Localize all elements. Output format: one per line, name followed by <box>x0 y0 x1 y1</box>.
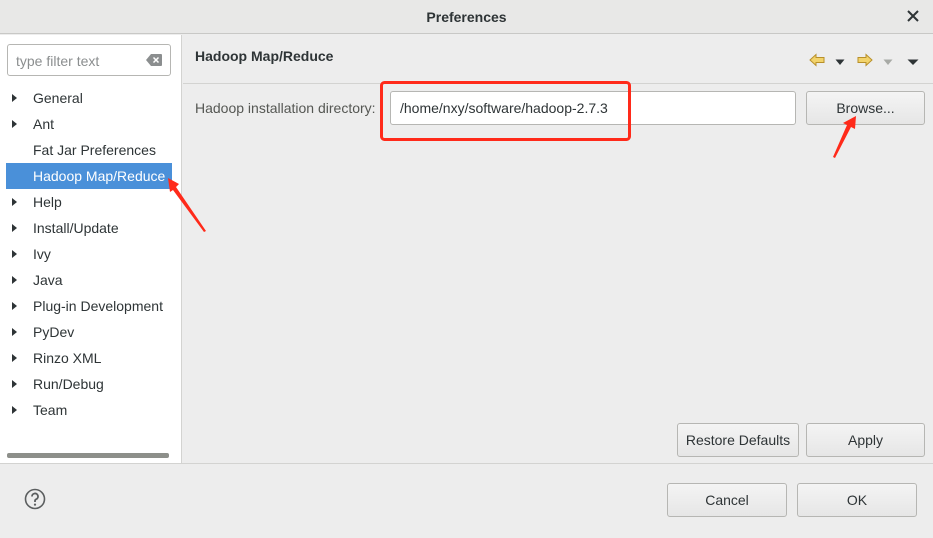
expand-arrow-icon[interactable] <box>12 276 17 284</box>
tree-item-pydev[interactable]: PyDev <box>6 319 172 345</box>
tree-item-label: Java <box>33 272 63 288</box>
preferences-sidebar: General Ant Fat Jar Preferences Hadoop M… <box>0 35 182 463</box>
expand-arrow-icon[interactable] <box>12 302 17 310</box>
expand-arrow-icon[interactable] <box>12 198 17 206</box>
expand-arrow-icon[interactable] <box>12 250 17 258</box>
browse-button[interactable]: Browse... <box>806 91 925 125</box>
forward-menu-chevron-down-icon[interactable] <box>883 53 893 69</box>
tree-item-label: Help <box>33 194 62 210</box>
tree-item-label: Team <box>33 402 68 418</box>
tree-item-plug-in-development[interactable]: Plug-in Development <box>6 293 172 319</box>
footer-divider <box>0 463 933 464</box>
window-title: Preferences <box>426 9 507 25</box>
tree-item-install-update[interactable]: Install/Update <box>6 215 172 241</box>
back-arrow-icon[interactable] <box>809 53 825 70</box>
hadoop-directory-label: Hadoop installation directory: <box>195 100 376 116</box>
filter-input[interactable] <box>16 51 136 71</box>
tree-item-label: Hadoop Map/Reduce <box>33 168 166 184</box>
title-bar: Preferences <box>0 0 933 34</box>
apply-button[interactable]: Apply <box>806 423 925 457</box>
expand-arrow-icon[interactable] <box>12 94 17 102</box>
tree-item-fat-jar-preferences[interactable]: Fat Jar Preferences <box>6 137 172 163</box>
expand-arrow-icon[interactable] <box>12 380 17 388</box>
expand-arrow-icon[interactable] <box>12 120 17 128</box>
tree-item-ivy[interactable]: Ivy <box>6 241 172 267</box>
restore-defaults-button[interactable]: Restore Defaults <box>677 423 799 457</box>
tree-item-label: Run/Debug <box>33 376 104 392</box>
filter-field[interactable] <box>7 44 171 76</box>
ok-button[interactable]: OK <box>797 483 917 517</box>
tree-item-label: PyDev <box>33 324 75 340</box>
clear-filter-icon[interactable] <box>146 54 162 66</box>
view-menu-icon[interactable] <box>907 53 919 69</box>
horizontal-scrollbar[interactable] <box>7 453 169 458</box>
help-icon[interactable] <box>24 488 46 510</box>
tree-item-label: Plug-in Development <box>33 298 163 314</box>
close-icon[interactable] <box>905 8 921 24</box>
tree-item-help[interactable]: Help <box>6 189 172 215</box>
expand-arrow-icon[interactable] <box>12 354 17 362</box>
tree-item-hadoop-map-reduce[interactable]: Hadoop Map/Reduce <box>6 163 172 189</box>
page-title: Hadoop Map/Reduce <box>195 48 334 64</box>
expand-arrow-icon[interactable] <box>12 406 17 414</box>
tree-item-java[interactable]: Java <box>6 267 172 293</box>
page-navigation <box>809 52 919 70</box>
expand-arrow-icon[interactable] <box>12 224 17 232</box>
tree-item-general[interactable]: General <box>6 85 172 111</box>
preference-page: Hadoop Map/Reduce Hadoop installation di… <box>183 35 933 463</box>
hadoop-directory-input[interactable] <box>390 91 796 125</box>
tree-item-label: Fat Jar Preferences <box>33 142 156 158</box>
page-header-divider <box>183 83 933 84</box>
tree-item-team[interactable]: Team <box>6 397 172 423</box>
expand-arrow-icon[interactable] <box>12 328 17 336</box>
tree-item-label: Ivy <box>33 246 51 262</box>
tree-item-label: Install/Update <box>33 220 119 236</box>
tree-item-label: Rinzo XML <box>33 350 102 366</box>
tree-item-label: Ant <box>33 116 55 132</box>
forward-arrow-icon[interactable] <box>857 53 873 70</box>
tree-item-label: General <box>33 90 83 106</box>
tree-item-rinzo-xml[interactable]: Rinzo XML <box>6 345 172 371</box>
cancel-button[interactable]: Cancel <box>667 483 787 517</box>
tree-item-run-debug[interactable]: Run/Debug <box>6 371 172 397</box>
back-menu-chevron-down-icon[interactable] <box>835 53 845 69</box>
tree-item-ant[interactable]: Ant <box>6 111 172 137</box>
preferences-tree: General Ant Fat Jar Preferences Hadoop M… <box>6 85 172 423</box>
